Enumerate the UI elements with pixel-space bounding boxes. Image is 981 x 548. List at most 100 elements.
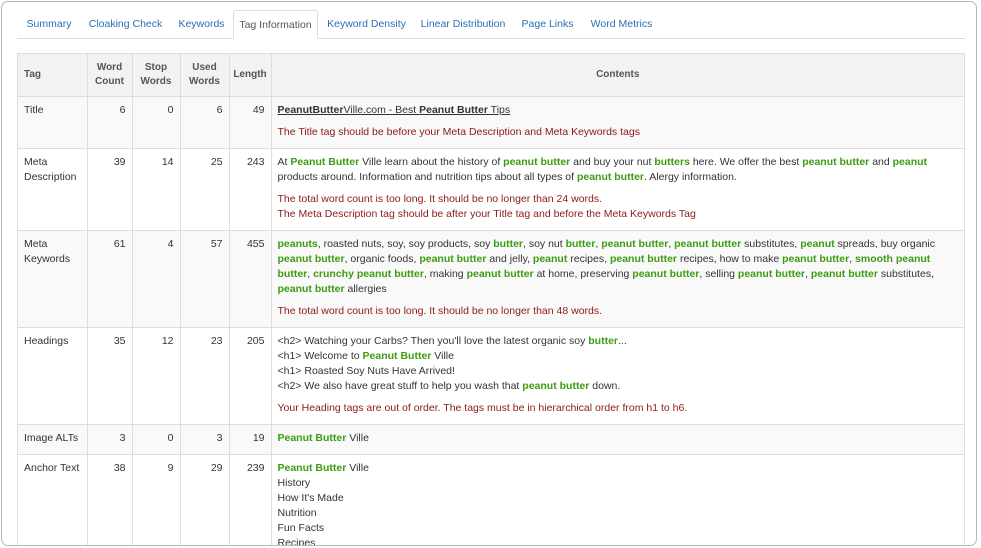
length-cell: 19 — [228, 424, 272, 455]
header-tag: Tag — [18, 54, 88, 97]
keyword-highlight: Peanut Butter — [362, 350, 432, 362]
content-text: <h1> Welcome to — [277, 350, 363, 362]
table-row: Meta Keywords 61 4 57 455 peanuts, roasted nu… — [18, 230, 964, 328]
keyword-highlight: butter — [493, 238, 523, 250]
keyword-highlight: peanut butter — [277, 253, 345, 265]
content-text: <h1> Roasted Soy Nuts Have Arrived! — [277, 365, 455, 377]
warning-block: The total word count is too long. It sho… — [278, 192, 959, 222]
content-line: Fun Facts — [278, 521, 959, 536]
header-used-words: Used Words — [179, 54, 230, 97]
content-line: Peanut Butter Ville — [278, 461, 959, 476]
content-text: , selling — [699, 268, 738, 280]
content-text: , soy nut — [523, 238, 566, 250]
content-text: , organic foods, — [344, 253, 420, 265]
content-text: Ville — [346, 432, 369, 444]
keyword-highlight[interactable]: Peanut Butter — [419, 104, 488, 116]
stop-words-cell: 12 — [131, 327, 181, 425]
tab-page-links[interactable]: Page Links — [513, 10, 582, 38]
tab-tag-information[interactable]: Tag Information — [233, 10, 318, 39]
content-text: <h2> We also have great stuff to help yo… — [277, 380, 523, 392]
content-line: How It's Made — [278, 491, 959, 506]
used-words-cell: 57 — [179, 230, 230, 328]
warning-message: The total word count is too long. It sho… — [277, 305, 603, 317]
word-count-cell: 61 — [86, 230, 133, 328]
content-text[interactable]: Tips — [488, 104, 510, 116]
contents-cell: Peanut Butter Ville History How It's Made N… — [270, 454, 964, 546]
used-words-cell: 23 — [179, 327, 230, 425]
tag-info-table-container: Tag Word Count Stop Words Used Words Len… — [17, 53, 965, 546]
tab-summary[interactable]: Summary — [17, 10, 81, 38]
content-text: Recipes — [277, 537, 316, 546]
stop-words-cell: 4 — [131, 230, 181, 328]
contents-cell: <h2> Watching your Carbs? Then you'll lo… — [270, 327, 964, 425]
content-text: allergies — [344, 283, 387, 295]
warning-block: The total word count is too long. It sho… — [278, 304, 959, 319]
tab-keyword-density[interactable]: Keyword Density — [320, 10, 413, 38]
length-cell: 205 — [228, 327, 272, 425]
content-text: Ville — [431, 350, 454, 362]
word-count-cell: 38 — [86, 454, 133, 545]
content-text: substitutes, — [741, 238, 801, 250]
warning-message: The total word count is too long. It sho… — [277, 193, 603, 205]
tag-cell: Meta Description — [18, 148, 88, 231]
content-line: <h1> Welcome to Peanut Butter Ville — [278, 349, 959, 364]
stop-words-cell: 0 — [131, 424, 181, 455]
content-text: down. — [589, 380, 621, 392]
content-text[interactable]: Ville.com - Best — [343, 104, 419, 116]
warning-block: Your Heading tags are out of order. The … — [278, 401, 959, 416]
contents-cell: PeanutButterVille.com - Best Peanut Butt… — [270, 96, 964, 149]
table-header-row: Tag Word Count Stop Words Used Words Len… — [18, 54, 964, 97]
keyword-highlight: peanut — [892, 156, 928, 168]
keyword-highlight: peanut butter — [810, 268, 878, 280]
keyword-highlight: peanut butter — [466, 268, 534, 280]
content-text: substitutes, — [877, 268, 934, 280]
content-text: spreads, buy organic — [834, 238, 936, 250]
keyword-highlight: peanut butter — [576, 171, 645, 183]
tab-linear-distribution[interactable]: Linear Distribution — [413, 10, 513, 38]
tab-cloaking-check[interactable]: Cloaking Check — [81, 10, 170, 38]
length-cell: 49 — [228, 96, 272, 149]
content-text: How It's Made — [277, 492, 344, 504]
content-text: ... — [618, 335, 627, 347]
content-text: , making — [423, 268, 467, 280]
content-text: Ville — [346, 462, 369, 474]
content-text: at home, preserving — [533, 268, 633, 280]
word-count-cell: 6 — [86, 96, 133, 149]
content-text: products around. Information and nutriti… — [277, 171, 577, 183]
content-line: At Peanut Butter Ville learn about the h… — [278, 155, 959, 185]
keyword-highlight: peanut butter — [782, 253, 850, 265]
tab-word-metrics[interactable]: Word Metrics — [582, 10, 661, 38]
header-length: Length — [228, 54, 272, 97]
content-line: <h2> We also have great stuff to help yo… — [278, 379, 959, 394]
keyword-highlight: peanut butter — [419, 253, 487, 265]
keyword-highlight: peanut butter — [522, 380, 590, 392]
used-words-cell: 25 — [179, 148, 230, 231]
header-stop-words: Stop Words — [131, 54, 181, 97]
keyword-highlight: peanut butter — [674, 238, 742, 250]
header-word-count: Word Count — [86, 54, 133, 97]
keyword-highlight: crunchy peanut butter — [313, 268, 424, 280]
keyword-highlight[interactable]: PeanutButter — [278, 104, 344, 116]
table-row: Meta Description 39 14 25 243 At Peanut Butte… — [18, 148, 964, 231]
tag-info-table: Tag Word Count Stop Words Used Words Len… — [18, 54, 964, 546]
content-text: At — [277, 156, 291, 168]
tab-keywords[interactable]: Keywords — [170, 10, 233, 38]
content-line: Nutrition — [278, 506, 959, 521]
warning-block: The Title tag should be before your Meta… — [278, 125, 959, 140]
content-text: recipes, — [567, 253, 610, 265]
keyword-highlight: Peanut Butter — [290, 156, 360, 168]
keyword-highlight: butters — [654, 156, 690, 168]
keyword-highlight: butter — [588, 335, 619, 347]
content-text: and buy your nut — [570, 156, 655, 168]
keyword-highlight: peanut butter — [503, 156, 571, 168]
stop-words-cell: 14 — [131, 148, 181, 231]
length-cell: 455 — [228, 230, 272, 328]
content-text: Nutrition — [277, 507, 317, 519]
stop-words-cell: 0 — [131, 96, 181, 149]
word-count-cell: 39 — [86, 148, 133, 231]
word-count-cell: 35 — [86, 327, 133, 425]
table-row: Image ALTs 3 0 3 19 Peanut Butter Ville — [18, 424, 964, 455]
content-line: Peanut Butter Ville — [278, 431, 959, 446]
tag-cell: Anchor Text — [18, 454, 88, 545]
content-text: Ville learn about the history of — [359, 156, 504, 168]
